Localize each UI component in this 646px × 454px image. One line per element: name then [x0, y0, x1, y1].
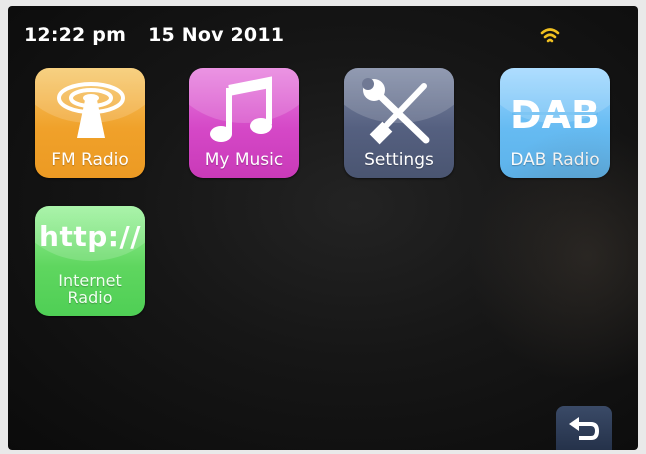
- clock-time: 12:22 pm: [24, 24, 127, 46]
- home-screen: 12:22 pm 15 Nov 2011 FM Radio My Music S…: [8, 6, 638, 450]
- tile-gloss: [189, 68, 299, 123]
- app-label: DAB Radio: [510, 150, 600, 170]
- back-button[interactable]: [556, 406, 612, 450]
- status-bar: 12:22 pm 15 Nov 2011: [24, 24, 284, 46]
- tile-gloss: [500, 68, 610, 123]
- app-label: My Music: [204, 150, 284, 170]
- clock-date: 15 Nov 2011: [148, 24, 285, 46]
- radio-device: 12:22 pm 15 Nov 2011 FM Radio My Music S…: [0, 0, 646, 454]
- app-label: FM Radio: [51, 150, 129, 170]
- app-label: Settings: [364, 150, 434, 170]
- tile-gloss: [35, 206, 145, 261]
- app-tile-dab-radio[interactable]: DAB DAB Radio: [500, 68, 610, 178]
- back-arrow-icon: [569, 417, 600, 440]
- app-tile-internet-radio[interactable]: http:// Internet Radio: [35, 206, 145, 316]
- app-tile-fm-radio[interactable]: FM Radio: [35, 68, 145, 178]
- app-tile-settings[interactable]: Settings: [344, 68, 454, 178]
- app-label: Internet Radio: [35, 272, 145, 306]
- app-tile-my-music[interactable]: My Music: [189, 68, 299, 178]
- tile-gloss: [35, 68, 145, 123]
- tile-gloss: [344, 68, 454, 123]
- app-label-line2: Radio: [67, 288, 113, 307]
- wifi-signal-icon: [540, 28, 560, 43]
- app-label-line1: Internet: [58, 271, 122, 290]
